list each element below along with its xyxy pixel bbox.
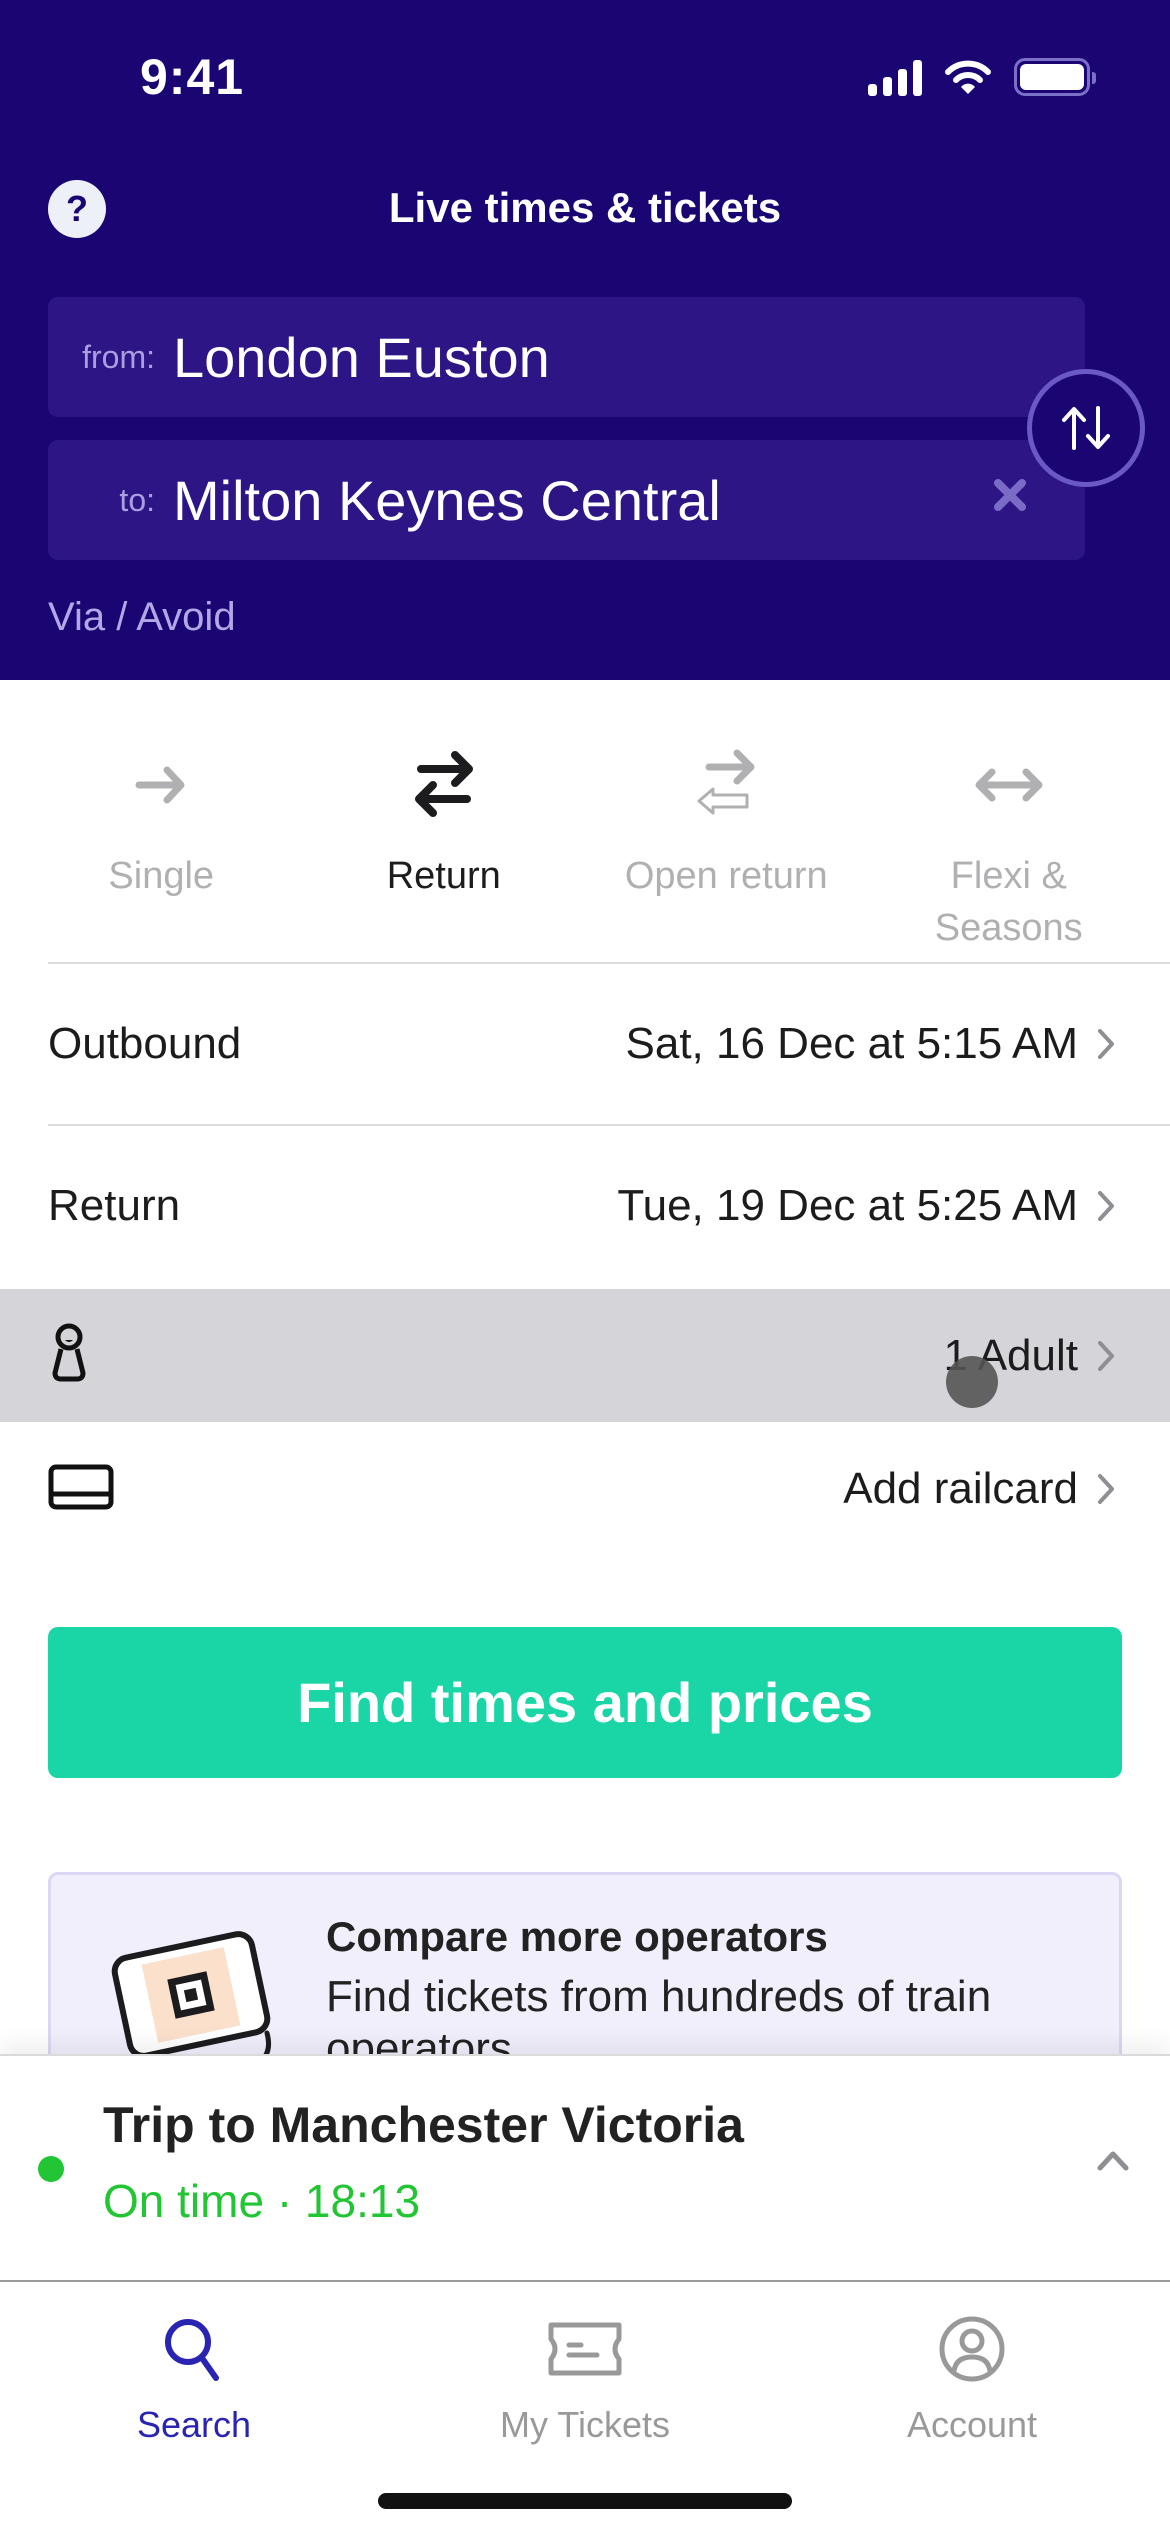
- header: 9:41 ? Live times & tickets from: London…: [0, 0, 1170, 680]
- from-station-value: London Euston: [173, 325, 550, 389]
- swap-stations-button[interactable]: [1027, 369, 1145, 487]
- railcard-value: Add railcard: [843, 1464, 1078, 1513]
- clear-destination-button[interactable]: [990, 478, 1030, 518]
- outbound-row[interactable]: Outbound Sat, 16 Dec at 5:15 AM: [0, 964, 1170, 1124]
- page-title: Live times & tickets: [388, 184, 782, 231]
- battery-icon: [1014, 58, 1096, 96]
- to-station-field[interactable]: to: Milton Keynes Central: [48, 440, 1085, 560]
- wifi-icon: [945, 60, 991, 94]
- status-icons: [868, 58, 1096, 96]
- tab-my-tickets[interactable]: My Tickets: [445, 2304, 725, 2446]
- tab-label: Account: [906, 2404, 1038, 2445]
- from-label: from:: [82, 338, 155, 375]
- outbound-datetime: Sat, 16 Dec at 5:15 AM: [625, 1019, 1078, 1068]
- journey-type-open-return[interactable]: Open return: [585, 740, 868, 954]
- double-arrow-icon: [975, 768, 1043, 802]
- chevron-right-icon: [1096, 1024, 1122, 1064]
- from-station-field[interactable]: from: London Euston: [48, 297, 1085, 417]
- to-label: to:: [119, 481, 155, 518]
- railcard-row[interactable]: Add railcard: [0, 1422, 1170, 1556]
- return-datetime: Tue, 19 Dec at 5:25 AM: [617, 1181, 1078, 1230]
- trip-title: Trip to Manchester Victoria: [103, 2097, 744, 2153]
- status-dot-icon: [38, 2156, 64, 2182]
- home-indicator[interactable]: [378, 2493, 792, 2509]
- arrow-right-icon: [135, 766, 185, 804]
- return-row[interactable]: Return Tue, 19 Dec at 5:25 AM: [0, 1126, 1170, 1286]
- return-arrows-icon: [414, 751, 473, 817]
- via-avoid-link[interactable]: Via / Avoid: [48, 595, 236, 640]
- search-icon: [165, 2319, 219, 2381]
- open-return-arrows-icon: [697, 749, 755, 815]
- find-times-and-prices-button[interactable]: Find times and prices: [48, 1627, 1122, 1778]
- active-trip-banner[interactable]: Trip to Manchester Victoria On time · 18…: [0, 2054, 1170, 2282]
- chevron-up-icon[interactable]: [1096, 2148, 1130, 2177]
- journey-type-flexi-seasons[interactable]: Flexi & Seasons: [868, 740, 1151, 954]
- close-icon: [994, 479, 1026, 511]
- tab-search[interactable]: Search: [54, 2304, 334, 2446]
- return-label: Return: [48, 1181, 181, 1230]
- tab-label: Search: [136, 2404, 252, 2445]
- account-icon: [939, 2316, 1005, 2382]
- touch-indicator: [946, 1356, 998, 1408]
- journey-type-label: Open return: [624, 855, 828, 897]
- chevron-right-icon: [1096, 1469, 1122, 1509]
- outbound-label: Outbound: [48, 1019, 242, 1068]
- person-icon: [48, 1323, 90, 1388]
- railcard-icon: [48, 1464, 114, 1515]
- ticket-icon: [548, 2322, 622, 2376]
- journey-type-return[interactable]: Return: [303, 740, 586, 954]
- chevron-right-icon: [1096, 1186, 1122, 1226]
- journey-type-label: Single: [108, 855, 215, 897]
- swap-vertical-icon: [1062, 406, 1110, 450]
- journey-type-label: Return: [386, 855, 501, 897]
- tab-account[interactable]: Account: [832, 2304, 1112, 2446]
- trip-status: On time · 18:13: [103, 2175, 421, 2227]
- chevron-right-icon: [1096, 1336, 1122, 1376]
- passengers-row[interactable]: 1 Adult: [0, 1289, 1170, 1422]
- tab-label: My Tickets: [499, 2404, 670, 2445]
- journey-type-selector: Single Return Open return Flexi & Season…: [20, 740, 1150, 954]
- status-time: 9:41: [140, 49, 245, 105]
- promo-title: Compare more operators: [326, 1913, 828, 1960]
- cellular-signal-icon: [868, 60, 922, 96]
- journey-type-single[interactable]: Single: [20, 740, 303, 954]
- journey-type-label: Flexi & Seasons: [934, 855, 1083, 949]
- to-station-value: Milton Keynes Central: [173, 468, 721, 532]
